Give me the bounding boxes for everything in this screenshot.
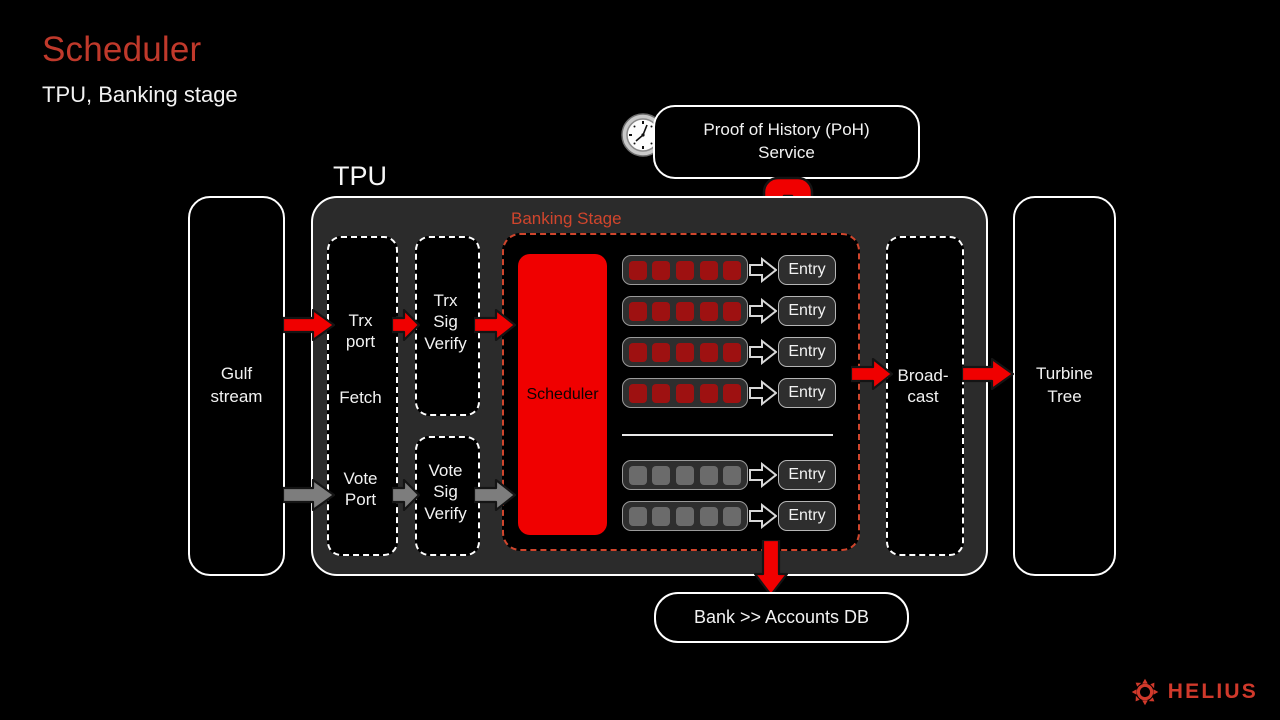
arrow-votesigverify-to-scheduler — [474, 479, 516, 511]
arrow-bankingstage-to-broadcast — [851, 358, 893, 390]
transaction-cell — [628, 260, 647, 280]
batch-container — [622, 296, 748, 326]
entry-box: Entry — [778, 337, 836, 367]
trx-sig-verify-label: Trx Sig Verify — [424, 291, 467, 353]
transaction-batch-row: Entry — [622, 378, 836, 408]
transaction-cell — [652, 301, 671, 321]
transaction-cell — [675, 383, 694, 403]
scheduler-label: Scheduler — [526, 385, 599, 403]
batch-to-entry-arrow-icon — [749, 380, 777, 406]
arrow-trxport-to-trxsigverify — [392, 309, 420, 341]
arrow-broadcast-to-turbinetree — [962, 358, 1014, 390]
transaction-cell — [723, 342, 742, 362]
tpu-label: TPU — [333, 161, 387, 191]
arrow-gulfstream-to-trxport — [283, 309, 335, 341]
transaction-cell — [652, 383, 671, 403]
batch-to-entry-arrow-icon — [749, 298, 777, 324]
transaction-cell — [699, 260, 718, 280]
banking-stage-label: Banking Stage — [511, 209, 622, 228]
transaction-cell — [675, 342, 694, 362]
bank-accounts-db-box: Bank >> Accounts DB — [654, 592, 909, 643]
entry-label: Entry — [788, 343, 826, 360]
transaction-cell — [628, 465, 647, 485]
transaction-cell — [723, 465, 742, 485]
fetch-label: Fetch — [339, 388, 382, 407]
transaction-cell — [652, 465, 671, 485]
turbine-tree-box: Turbine Tree — [1013, 196, 1116, 576]
entry-label: Entry — [788, 261, 826, 278]
gulf-stream-box: Gulf stream — [188, 196, 285, 576]
transaction-cell — [699, 342, 718, 362]
vote-port-label: Vote Port — [343, 469, 378, 510]
entry-box: Entry — [778, 460, 836, 490]
vote-batch-row: Entry — [622, 460, 836, 490]
transaction-cell — [628, 342, 647, 362]
batch-container — [622, 501, 748, 531]
batch-container — [622, 378, 748, 408]
vote-batch-row: Entry — [622, 501, 836, 531]
batch-to-entry-arrow-icon — [749, 339, 777, 365]
batch-container — [622, 337, 748, 367]
transaction-cell — [675, 465, 694, 485]
poh-line2: Service — [758, 143, 815, 162]
poh-line1: Proof of History (PoH) — [703, 120, 870, 140]
turbine-tree-line1: Turbine — [1035, 364, 1093, 384]
page-title: Scheduler — [42, 30, 202, 69]
brand-name: HELIUS — [1167, 680, 1258, 703]
transaction-cell — [699, 506, 718, 526]
batch-container — [622, 255, 748, 285]
scheduler-block: Scheduler — [518, 254, 607, 535]
arrow-gulfstream-to-voteport — [283, 479, 335, 511]
transaction-cell — [675, 260, 694, 280]
transaction-cell — [723, 383, 742, 403]
entry-box: Entry — [778, 296, 836, 326]
arrow-trxsigverify-to-scheduler — [474, 309, 516, 341]
entry-box: Entry — [778, 501, 836, 531]
batch-container — [622, 460, 748, 490]
turbine-tree-line2: Tree — [1047, 387, 1082, 406]
transaction-cell — [628, 301, 647, 321]
broadcast-label: Broad- cast — [897, 366, 949, 407]
arrow-voteport-to-votesigverify — [392, 479, 420, 511]
helius-sunburst-icon — [1131, 678, 1159, 706]
transaction-cell — [723, 260, 742, 280]
batch-to-entry-arrow-icon — [749, 462, 777, 488]
entry-label: Entry — [788, 302, 826, 319]
transaction-cell — [723, 301, 742, 321]
entry-label: Entry — [788, 384, 826, 401]
transaction-cell — [675, 301, 694, 321]
entry-box: Entry — [778, 378, 836, 408]
entry-label: Entry — [788, 507, 826, 524]
transaction-cell — [628, 506, 647, 526]
transaction-cell — [675, 506, 694, 526]
batch-to-entry-arrow-icon — [749, 503, 777, 529]
bank-accounts-db-label: Bank >> Accounts DB — [693, 607, 870, 627]
transaction-cell — [699, 301, 718, 321]
vote-sig-verify-label: Vote Sig Verify — [424, 461, 467, 523]
gulf-stream-line2: stream — [210, 387, 263, 406]
transaction-batch-row: Entry — [622, 296, 836, 326]
gulf-stream-line1: Gulf — [220, 364, 253, 384]
transaction-cell — [699, 465, 718, 485]
transaction-cell — [652, 260, 671, 280]
transaction-cell — [723, 506, 742, 526]
brand: HELIUS — [1131, 678, 1258, 706]
transaction-cell — [699, 383, 718, 403]
batch-to-entry-arrow-icon — [749, 257, 777, 283]
transaction-cell — [652, 342, 671, 362]
transaction-batch-row: Entry — [622, 337, 836, 367]
transaction-cell — [628, 383, 647, 403]
page-subtitle: TPU, Banking stage — [42, 82, 238, 107]
arrow-bankingstage-to-bankdb — [754, 540, 788, 596]
transaction-batch-row: Entry — [622, 255, 836, 285]
row-divider — [622, 434, 833, 436]
entry-box: Entry — [778, 255, 836, 285]
entry-label: Entry — [788, 466, 826, 483]
transaction-cell — [652, 506, 671, 526]
trx-port-label: Trx port — [345, 311, 376, 352]
